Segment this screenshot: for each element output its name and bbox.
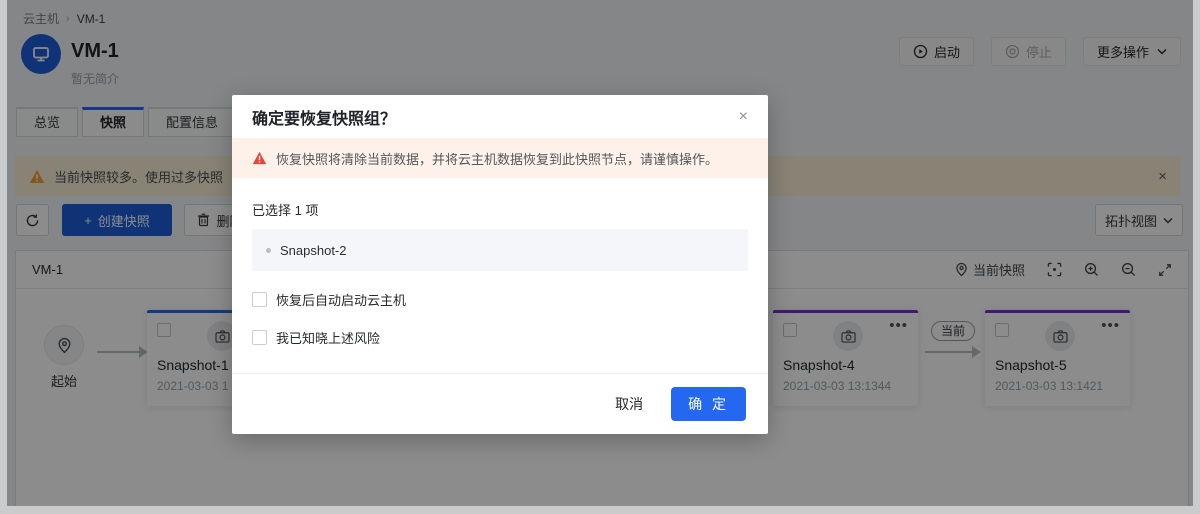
vm-detail-page: 云主机 › VM-1 VM-1 暂无简介 bbox=[7, 0, 1193, 506]
auto-start-checkbox-row[interactable]: 恢复后自动启动云主机 bbox=[252, 290, 748, 309]
risk-ack-checkbox-row[interactable]: 我已知晓上述风险 bbox=[252, 328, 748, 347]
selected-snapshot-name: Snapshot-2 bbox=[280, 243, 347, 258]
confirm-button[interactable]: 确 定 bbox=[671, 387, 746, 421]
auto-start-label: 恢复后自动启动云主机 bbox=[276, 290, 406, 309]
selected-item-row: Snapshot-2 bbox=[252, 229, 748, 271]
modal-body: 已选择 1 项 Snapshot-2 恢复后自动启动云主机 我已知晓上述风险 bbox=[232, 178, 768, 347]
modal-alert: 恢复快照将清除当前数据，并将云主机数据恢复到此快照节点，请谨慎操作。 bbox=[232, 138, 768, 178]
close-icon[interactable]: × bbox=[739, 109, 748, 125]
bullet-icon bbox=[266, 248, 271, 253]
modal-title: 确定要恢复快照组？ bbox=[252, 105, 739, 129]
selected-count-label: 已选择 1 项 bbox=[252, 200, 748, 219]
screen: 云主机 › VM-1 VM-1 暂无简介 bbox=[0, 0, 1200, 514]
auto-start-checkbox[interactable] bbox=[252, 292, 267, 307]
modal-footer: 取消 确 定 bbox=[232, 373, 768, 434]
cancel-button[interactable]: 取消 bbox=[607, 388, 651, 420]
modal-alert-text: 恢复快照将清除当前数据，并将云主机数据恢复到此快照节点，请谨慎操作。 bbox=[276, 149, 718, 168]
alert-triangle-icon bbox=[252, 151, 267, 165]
risk-ack-label: 我已知晓上述风险 bbox=[276, 328, 380, 347]
modal-header: 确定要恢复快照组？ × bbox=[232, 95, 768, 138]
restore-snapshot-modal: 确定要恢复快照组？ × 恢复快照将清除当前数据，并将云主机数据恢复到此快照节点，… bbox=[232, 95, 768, 434]
risk-ack-checkbox[interactable] bbox=[252, 330, 267, 345]
